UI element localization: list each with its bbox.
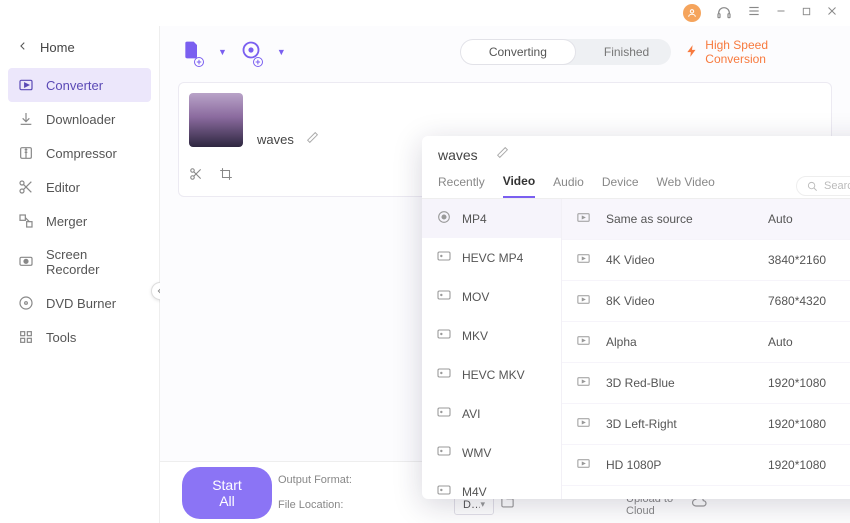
close-icon[interactable]	[826, 4, 838, 22]
video-icon	[576, 497, 600, 499]
format-option-mp4[interactable]: MP4	[422, 199, 561, 238]
crop-icon[interactable]	[219, 167, 233, 186]
bolt-icon	[685, 44, 699, 61]
format-icon	[436, 326, 452, 345]
resolution-option[interactable]: 3D Red-Blue1920*1080	[562, 363, 850, 404]
format-option-wmv[interactable]: WMV	[422, 433, 561, 472]
format-icon	[436, 404, 452, 423]
video-icon	[576, 456, 600, 474]
titlebar	[0, 0, 850, 26]
main-area: + ▼ + ▼ Converting Finished High Speed C…	[160, 26, 850, 523]
sidebar: Home ConverterDownloaderCompressorEditor…	[0, 26, 160, 523]
format-icon	[436, 443, 452, 462]
sidebar-item-screen-recorder[interactable]: Screen Recorder	[0, 238, 159, 286]
editor-icon	[18, 179, 34, 195]
merger-icon	[18, 213, 34, 229]
format-icon	[436, 209, 452, 228]
popover-title: waves	[438, 147, 478, 163]
sidebar-item-compressor[interactable]: Compressor	[0, 136, 159, 170]
rename-icon[interactable]	[496, 146, 509, 164]
format-list: MP4HEVC MP4MOVMKVHEVC MKVAVIWMVM4V	[422, 199, 562, 499]
user-avatar-icon[interactable]	[683, 4, 701, 22]
video-icon	[576, 251, 600, 269]
format-tab-recently[interactable]: Recently	[438, 175, 485, 197]
resolution-list: Same as sourceAuto4K Video3840*21608K Vi…	[562, 199, 850, 499]
chevron-down-icon[interactable]: ▼	[218, 47, 227, 57]
format-option-mov[interactable]: MOV	[422, 277, 561, 316]
video-icon	[576, 292, 600, 310]
video-icon	[576, 415, 600, 433]
start-all-button[interactable]: Start All	[182, 467, 272, 519]
format-option-avi[interactable]: AVI	[422, 394, 561, 433]
format-icon	[436, 365, 452, 384]
menu-icon[interactable]	[747, 4, 761, 23]
format-icon	[436, 482, 452, 499]
format-tab-video[interactable]: Video	[503, 174, 535, 198]
add-disc-icon[interactable]: +	[241, 40, 261, 65]
sidebar-item-converter[interactable]: Converter	[8, 68, 151, 102]
tab-finished[interactable]: Finished	[576, 39, 671, 65]
resolution-option[interactable]: HD 720P1280*720	[562, 486, 850, 499]
format-option-mkv[interactable]: MKV	[422, 316, 561, 355]
file-location-label: File Location:	[278, 499, 448, 511]
trim-icon[interactable]	[189, 167, 203, 186]
format-search[interactable]: Search	[796, 176, 850, 196]
resolution-option[interactable]: HD 1080P1920*1080	[562, 445, 850, 486]
tools-icon	[18, 329, 34, 345]
high-speed-conversion[interactable]: High Speed Conversion	[685, 38, 828, 66]
resolution-option[interactable]: AlphaAuto	[562, 322, 850, 363]
add-file-icon[interactable]: +	[182, 40, 202, 65]
format-icon	[436, 287, 452, 306]
format-option-hevc-mkv[interactable]: HEVC MKV	[422, 355, 561, 394]
back-icon	[18, 38, 28, 56]
video-icon	[576, 374, 600, 392]
video-icon	[576, 210, 600, 228]
maximize-icon[interactable]	[801, 4, 812, 22]
format-tab-device[interactable]: Device	[602, 175, 639, 197]
format-tab-audio[interactable]: Audio	[553, 175, 584, 197]
resolution-option[interactable]: 4K Video3840*2160	[562, 240, 850, 281]
sidebar-item-dvd-burner[interactable]: DVD Burner	[0, 286, 159, 320]
sidebar-item-merger[interactable]: Merger	[0, 204, 159, 238]
video-thumbnail[interactable]	[189, 93, 243, 147]
format-popover: waves RecentlyVideoAudioDeviceWeb Video …	[422, 136, 850, 499]
sidebar-item-tools[interactable]: Tools	[0, 320, 159, 354]
format-tab-web-video[interactable]: Web Video	[657, 175, 715, 197]
download-icon	[18, 111, 34, 127]
home-label: Home	[40, 40, 75, 55]
sidebar-item-downloader[interactable]: Downloader	[0, 102, 159, 136]
dvd-icon	[18, 295, 34, 311]
search-placeholder: Search	[824, 180, 850, 192]
headset-icon[interactable]	[715, 4, 733, 22]
format-option-m4v[interactable]: M4V	[422, 472, 561, 499]
chevron-down-icon[interactable]: ▼	[277, 47, 286, 57]
home-nav[interactable]: Home	[0, 32, 159, 68]
compress-icon	[18, 145, 34, 161]
recorder-icon	[18, 254, 34, 270]
resolution-option[interactable]: 8K Video7680*4320	[562, 281, 850, 322]
minimize-icon[interactable]	[775, 4, 787, 22]
resolution-option[interactable]: 3D Left-Right1920*1080	[562, 404, 850, 445]
tab-converting[interactable]: Converting	[460, 39, 576, 65]
file-name: waves	[257, 132, 294, 147]
sidebar-item-editor[interactable]: Editor	[0, 170, 159, 204]
resolution-option[interactable]: Same as sourceAuto	[562, 199, 850, 240]
high-speed-label: High Speed Conversion	[705, 38, 828, 66]
video-icon	[576, 333, 600, 351]
status-segment: Converting Finished	[460, 39, 671, 65]
converter-icon	[18, 77, 34, 93]
rename-icon[interactable]	[306, 131, 319, 148]
format-option-hevc-mp4[interactable]: HEVC MP4	[422, 238, 561, 277]
format-icon	[436, 248, 452, 267]
